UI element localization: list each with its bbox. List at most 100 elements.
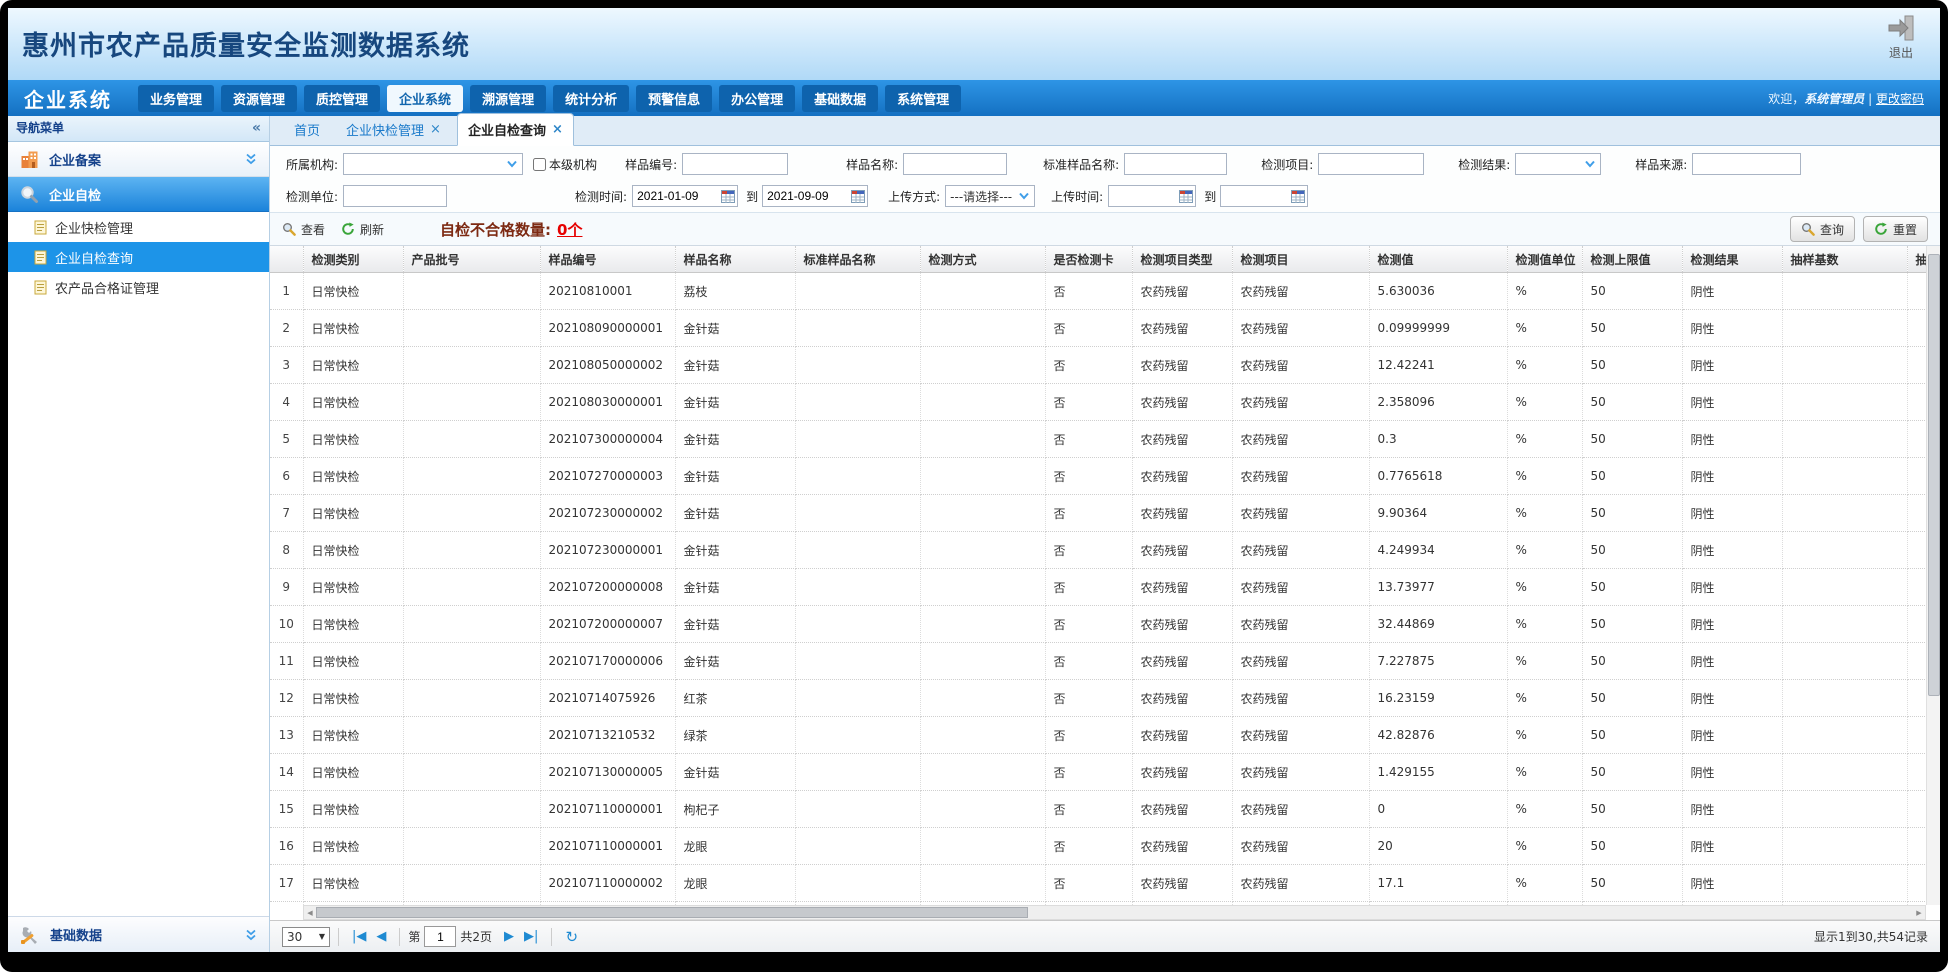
column-header[interactable] <box>270 246 303 273</box>
page-size-select[interactable]: 30 ▼ <box>282 927 330 947</box>
row-number-cell: 13 <box>270 717 303 754</box>
nav-item-office[interactable]: 办公管理 <box>719 85 795 112</box>
column-header[interactable]: 检测结果 <box>1682 246 1782 273</box>
scroll-left-icon[interactable]: ◀ <box>304 906 316 919</box>
table-row[interactable]: 17日常快检202107110000002龙眼否农药残留农药残留17.1%50阴… <box>270 865 1926 902</box>
prev-page-button[interactable]: ◀ <box>376 929 386 944</box>
column-header[interactable]: 检测项目 <box>1232 246 1369 273</box>
document-icon <box>34 250 47 265</box>
vertical-scrollbar[interactable] <box>1926 246 1940 905</box>
column-header[interactable]: 抽样基数 <box>1782 246 1907 273</box>
horizontal-scrollbar[interactable]: ◀ ▶ <box>303 905 1926 920</box>
sidebar-collapse-icon[interactable]: « <box>252 116 261 141</box>
table-row[interactable]: 1日常快检20210810001荔枝否农药残留农药残留5.630036%50阴性 <box>270 273 1926 310</box>
table-row[interactable]: 2日常快检202108090000001金针菇否农药残留农药残留0.099999… <box>270 310 1926 347</box>
building-icon <box>20 150 39 169</box>
table-cell: 12.42241 <box>1369 347 1507 384</box>
page-number-input[interactable] <box>424 926 456 947</box>
column-header[interactable]: 抽样数量 <box>1907 246 1926 273</box>
row-number-cell: 16 <box>270 828 303 865</box>
table-row[interactable]: 6日常快检202107270000003金针菇否农药残留农药残留0.776561… <box>270 458 1926 495</box>
table-row[interactable]: 10日常快检202107200000007金针菇否农药残留农药残留32.4486… <box>270 606 1926 643</box>
tab-home[interactable]: 首页 <box>284 114 330 145</box>
org-select[interactable] <box>343 153 523 175</box>
reset-button[interactable]: 重置 <box>1863 216 1928 242</box>
tab-quick-inspection[interactable]: 企业快检管理 × <box>336 114 451 145</box>
upload-mode-select[interactable]: ---请选择--- <box>945 185 1035 207</box>
result-select[interactable] <box>1515 153 1601 175</box>
calendar-icon[interactable] <box>1179 190 1193 203</box>
sample-name-input[interactable] <box>903 153 1007 175</box>
scroll-right-icon[interactable]: ▶ <box>1913 906 1925 919</box>
column-header[interactable]: 样品名称 <box>675 246 795 273</box>
source-input[interactable] <box>1692 153 1801 175</box>
next-page-button[interactable]: ▶ <box>504 929 514 944</box>
nav-item-basedata[interactable]: 基础数据 <box>802 85 878 112</box>
column-header[interactable]: 检测值单位 <box>1507 246 1582 273</box>
first-page-button[interactable]: |◀ <box>352 929 366 944</box>
tab-close-icon[interactable]: × <box>552 122 563 137</box>
column-header[interactable]: 检测值 <box>1369 246 1507 273</box>
table-row[interactable]: 14日常快检202107130000005金针菇否农药残留农药残留1.42915… <box>270 754 1926 791</box>
nav-item-qc[interactable]: 质控管理 <box>304 85 380 112</box>
table-row[interactable]: 16日常快检202107110000001龙眼否农药残留农药残留20%50阴性 <box>270 828 1926 865</box>
reload-icon[interactable]: ↻ <box>565 928 578 946</box>
nav-item-warning[interactable]: 预警信息 <box>636 85 712 112</box>
sidebar-item-certificate-mgmt[interactable]: 农产品合格证管理 <box>8 272 269 302</box>
column-header[interactable]: 检测项目类型 <box>1132 246 1232 273</box>
table-row[interactable]: 12日常快检20210714075926红茶否农药残留农药残留16.23159%… <box>270 680 1926 717</box>
column-header[interactable]: 检测方式 <box>920 246 1045 273</box>
calendar-icon[interactable] <box>1291 190 1305 203</box>
query-button[interactable]: 查询 <box>1790 216 1855 242</box>
row-number-cell: 8 <box>270 532 303 569</box>
table-row[interactable]: 8日常快检202107230000001金针菇否农药残留农药残留4.249934… <box>270 532 1926 569</box>
std-sample-input[interactable] <box>1124 153 1227 175</box>
nav-item-business[interactable]: 业务管理 <box>138 85 214 112</box>
test-item-input[interactable] <box>1318 153 1424 175</box>
calendar-icon[interactable] <box>851 190 865 203</box>
sidebar-group-self-inspection[interactable]: 企业自检 <box>8 177 269 212</box>
logout-button[interactable]: 退出 <box>1878 14 1924 61</box>
view-button[interactable]: 查看 <box>282 221 325 238</box>
nav-item-stats[interactable]: 统计分析 <box>553 85 629 112</box>
sidebar-group-enterprise-record[interactable]: 企业备案 <box>8 142 269 177</box>
table-row[interactable]: 3日常快检202108050000002金针菇否农药残留农药残留12.42241… <box>270 347 1926 384</box>
unit-input[interactable] <box>343 185 447 207</box>
table-row[interactable]: 11日常快检202107170000006金针菇否农药残留农药残留7.22787… <box>270 643 1926 680</box>
nav-item-resource[interactable]: 资源管理 <box>221 85 297 112</box>
change-password-link[interactable]: 更改密码 <box>1876 92 1924 106</box>
sidebar-group-base-data[interactable]: 基础数据 <box>8 916 269 952</box>
last-page-button[interactable]: ▶| <box>524 929 538 944</box>
calendar-icon[interactable] <box>721 190 735 203</box>
table-row[interactable]: 4日常快检202108030000001金针菇否农药残留农药残留2.358096… <box>270 384 1926 421</box>
table-cell <box>403 717 540 754</box>
table-row[interactable]: 15日常快检202107110000001枸杞子否农药残留农药残留0%50阴性 <box>270 791 1926 828</box>
column-header[interactable]: 标准样品名称 <box>795 246 920 273</box>
column-header[interactable]: 检测类别 <box>303 246 403 273</box>
vertical-scrollbar-thumb[interactable] <box>1928 254 1940 696</box>
horizontal-scrollbar-thumb[interactable] <box>316 907 1028 918</box>
double-chevron-down-icon[interactable] <box>245 153 257 165</box>
tab-self-inspection-query[interactable]: 企业自检查询 × <box>457 113 574 146</box>
fail-count-value[interactable]: 0个 <box>557 219 582 240</box>
column-header[interactable]: 产品批号 <box>403 246 540 273</box>
filter-row-2: 检测单位: 检测时间: 到 上传方式: <box>270 182 1940 210</box>
nav-item-enterprise[interactable]: 企业系统 <box>387 85 463 112</box>
own-org-checkbox[interactable] <box>533 158 546 171</box>
pager-separator <box>338 928 339 946</box>
column-header[interactable]: 样品编号 <box>540 246 675 273</box>
nav-item-trace[interactable]: 溯源管理 <box>470 85 546 112</box>
table-row[interactable]: 5日常快检202107300000004金针菇否农药残留农药残留0.3%50阴性 <box>270 421 1926 458</box>
tab-close-icon[interactable]: × <box>430 122 441 137</box>
column-header[interactable]: 检测上限值 <box>1582 246 1682 273</box>
sidebar-item-quick-inspection[interactable]: 企业快检管理 <box>8 212 269 242</box>
column-header[interactable]: 是否检测卡 <box>1045 246 1132 273</box>
table-row[interactable]: 13日常快检20210713210532绿茶否农药残留农药残留42.82876%… <box>270 717 1926 754</box>
table-row[interactable]: 9日常快检202107200000008金针菇否农药残留农药残留13.73977… <box>270 569 1926 606</box>
sidebar-item-self-inspection-query[interactable]: 企业自检查询 <box>8 242 269 272</box>
refresh-button[interactable]: 刷新 <box>341 221 384 238</box>
sample-no-input[interactable] <box>682 153 788 175</box>
table-row[interactable]: 7日常快检202107230000002金针菇否农药残留农药残留9.90364%… <box>270 495 1926 532</box>
double-chevron-down-icon[interactable] <box>245 929 257 941</box>
nav-item-system[interactable]: 系统管理 <box>885 85 961 112</box>
